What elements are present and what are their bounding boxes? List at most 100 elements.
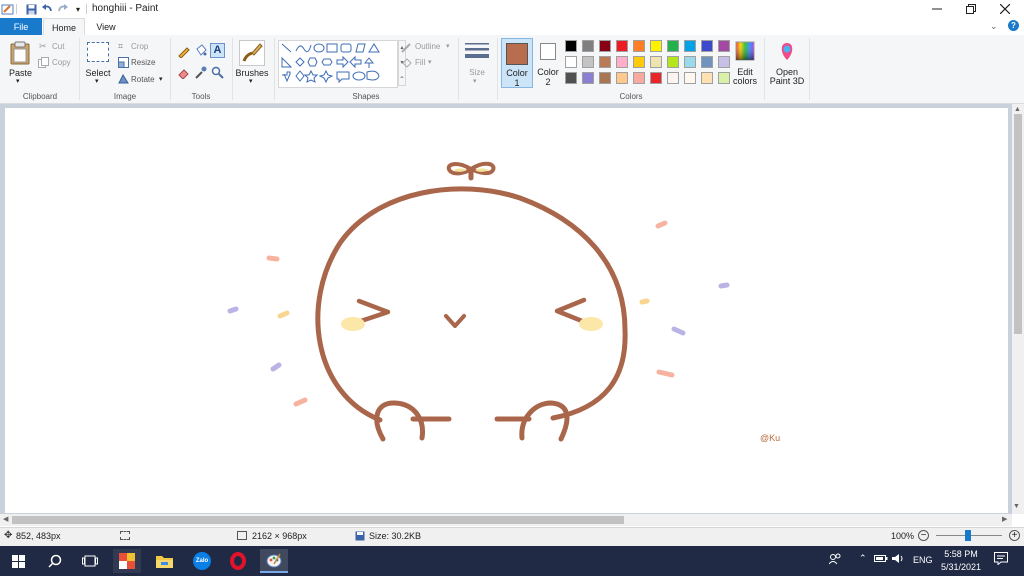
crop-icon[interactable]: ⌗ [118, 41, 123, 52]
palette-swatch[interactable] [701, 40, 713, 52]
palette-swatch[interactable] [650, 72, 662, 84]
palette-swatch[interactable] [616, 72, 628, 84]
fill-icon[interactable] [401, 58, 412, 71]
customize-toolbar-chevron-icon[interactable]: ▾ [71, 2, 85, 16]
collapse-ribbon-chevron-icon[interactable]: ⌄ [990, 21, 998, 32]
color2-button[interactable]: Color 2 [535, 38, 561, 88]
cut-button[interactable]: Cut [52, 42, 64, 51]
zoom-slider-thumb[interactable] [965, 530, 971, 541]
redo-icon[interactable] [56, 2, 70, 16]
select-icon[interactable] [87, 42, 109, 62]
battery-icon[interactable] [874, 554, 888, 565]
palette-swatch[interactable] [599, 56, 611, 68]
brushes-icon[interactable] [239, 40, 265, 66]
zoom-in-button[interactable]: + [1009, 530, 1020, 541]
tab-file[interactable]: File [0, 18, 42, 35]
start-button[interactable] [4, 549, 32, 573]
volume-icon[interactable] [892, 553, 905, 566]
clock-date[interactable]: 5/31/2021 [937, 562, 985, 572]
task-view-icon[interactable] [76, 549, 104, 573]
rotate-icon[interactable] [118, 73, 129, 86]
shapes-gallery[interactable] [278, 40, 398, 88]
palette-swatch[interactable] [650, 40, 662, 52]
color1-button[interactable]: Color 1 [501, 38, 533, 88]
clock-time[interactable]: 5:58 PM [942, 549, 980, 559]
palette-swatch[interactable] [599, 72, 611, 84]
pencil-icon[interactable] [177, 45, 190, 60]
tab-home[interactable]: Home [43, 18, 85, 36]
palette-swatch[interactable] [684, 40, 696, 52]
paint3d-icon[interactable] [777, 41, 797, 63]
tab-view[interactable]: View [86, 18, 126, 35]
palette-swatch[interactable] [650, 56, 662, 68]
vertical-scroll-thumb[interactable] [1014, 114, 1022, 334]
palette-swatch[interactable] [667, 72, 679, 84]
text-tool-icon[interactable]: A [210, 43, 225, 58]
paint-app-icon[interactable] [0, 2, 14, 16]
palette-swatch[interactable] [582, 40, 594, 52]
palette-swatch[interactable] [667, 56, 679, 68]
open-paint3d-button[interactable]: Open Paint 3D [768, 68, 806, 86]
taskbar-app-colorful-icon[interactable] [113, 549, 141, 573]
save-icon[interactable] [24, 2, 38, 16]
size-dropdown-icon[interactable]: ▾ [473, 77, 477, 85]
opera-browser-icon[interactable] [224, 549, 252, 573]
palette-swatch[interactable] [684, 56, 696, 68]
copy-button[interactable]: Copy [52, 58, 71, 67]
show-hidden-icons-chevron-icon[interactable]: ⌃ [859, 553, 867, 564]
undo-icon[interactable] [40, 2, 54, 16]
palette-swatch[interactable] [565, 40, 577, 52]
crop-button[interactable]: Crop [131, 42, 148, 51]
eraser-icon[interactable] [177, 66, 190, 81]
magnifier-icon[interactable] [211, 66, 224, 81]
paint-taskbar-icon[interactable] [260, 549, 288, 573]
palette-swatch[interactable] [582, 72, 594, 84]
horizontal-scroll-thumb[interactable] [12, 516, 624, 524]
fill-bucket-icon[interactable] [194, 44, 207, 59]
restore-button[interactable] [954, 0, 988, 18]
help-icon[interactable]: ? [1008, 20, 1019, 31]
paste-icon[interactable] [9, 41, 31, 67]
notifications-icon[interactable] [994, 552, 1008, 567]
zalo-icon[interactable]: Zalo [188, 549, 216, 573]
palette-swatch[interactable] [718, 40, 730, 52]
outline-icon[interactable] [401, 42, 412, 55]
edit-colors-button[interactable]: Edit colors [730, 68, 760, 86]
scroll-down-icon[interactable]: ▼ [1013, 503, 1020, 510]
size-button[interactable]: Size [465, 68, 489, 77]
horizontal-scrollbar[interactable]: ◀ ▶ [0, 514, 1012, 526]
people-icon[interactable] [828, 553, 841, 567]
palette-swatch[interactable] [582, 56, 594, 68]
copy-icon[interactable] [38, 57, 49, 70]
cut-icon[interactable]: ✂ [39, 41, 47, 52]
palette-swatch[interactable] [599, 40, 611, 52]
fill-dropdown-icon[interactable]: ▾ [428, 58, 432, 66]
scroll-right-icon[interactable]: ▶ [1002, 515, 1007, 523]
edit-colors-icon[interactable] [735, 41, 755, 61]
palette-swatch[interactable] [565, 72, 577, 84]
palette-swatch[interactable] [565, 56, 577, 68]
size-icon[interactable] [465, 42, 489, 64]
outline-dropdown-icon[interactable]: ▾ [446, 42, 450, 50]
paste-dropdown-icon[interactable]: ▾ [16, 77, 20, 85]
scroll-up-icon[interactable]: ▲ [1014, 106, 1021, 113]
resize-button[interactable]: Resize [131, 58, 155, 67]
minimize-button[interactable] [920, 0, 954, 18]
palette-swatch[interactable] [718, 72, 730, 84]
color-picker-icon[interactable] [194, 66, 207, 81]
brushes-dropdown-icon[interactable]: ▾ [249, 77, 253, 85]
palette-swatch[interactable] [701, 56, 713, 68]
fill-button[interactable]: Fill [415, 58, 425, 67]
palette-swatch[interactable] [616, 40, 628, 52]
palette-swatch[interactable] [633, 56, 645, 68]
drawing-canvas[interactable]: @Ku [5, 108, 1008, 513]
search-icon[interactable] [41, 549, 69, 573]
close-button[interactable] [988, 0, 1022, 18]
palette-swatch[interactable] [718, 56, 730, 68]
palette-swatch[interactable] [616, 56, 628, 68]
rotate-button[interactable]: Rotate [131, 75, 155, 84]
outline-button[interactable]: Outline [415, 42, 440, 51]
palette-swatch[interactable] [667, 40, 679, 52]
zoom-out-button[interactable]: − [918, 530, 929, 541]
vertical-scrollbar[interactable]: ▲ [1012, 104, 1024, 514]
